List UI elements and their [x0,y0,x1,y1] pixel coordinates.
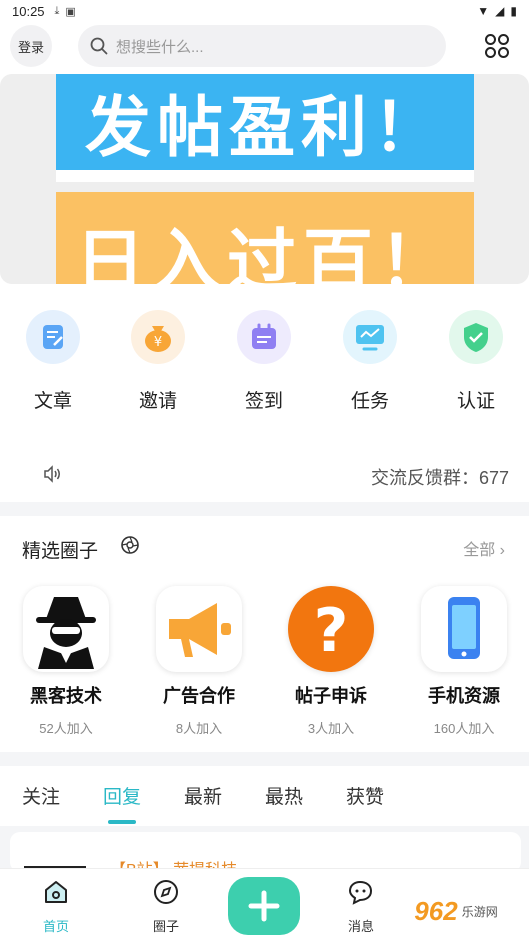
active-tab-indicator [108,820,136,824]
tab-liked[interactable]: 获赞 [346,782,384,809]
nav-home[interactable]: 首页 [26,879,86,935]
circle-name: 手机资源 [428,686,500,706]
circle-member-count: 52人加入 [39,721,93,736]
speaker-icon [44,465,60,483]
circle-member-count: 160人加入 [433,721,495,736]
search-bar[interactable]: 想搜些什么... [78,25,446,67]
plus-icon [248,890,280,922]
banner-line-2: 日入过百！ [56,192,474,284]
search-icon [90,37,108,55]
quick-action-invite[interactable]: ¥ 邀请 [118,310,198,413]
circle-card[interactable]: ? 帖子申诉 3人加入 [281,586,381,737]
quick-action-label: 认证 [456,391,495,412]
status-time: 10:25 [12,3,45,19]
quick-action-label: 签到 [244,391,283,412]
article-icon [26,310,80,364]
shield-check-icon [449,310,503,364]
nav-label: 消息 [347,919,374,934]
download-icon: ⤓ [54,4,60,17]
signal-icon: ◢ [495,4,505,18]
money-bag-icon: ¥ [131,310,185,364]
nav-label: 圈子 [152,919,179,934]
nav-label: 首页 [42,919,69,934]
tab-reply[interactable]: 回复 [103,782,141,809]
phone-icon [421,586,507,672]
question-icon: ? [288,586,374,672]
watermark-brand: 962 [414,895,458,926]
tab-hottest[interactable]: 最热 [265,782,303,809]
megaphone-icon [156,586,242,672]
search-placeholder: 想搜些什么... [116,38,204,56]
tab-follow[interactable]: 关注 [22,782,60,809]
view-all-link[interactable]: 全部 › [463,536,505,560]
quick-action-label: 邀请 [138,391,177,412]
create-post-button[interactable] [228,877,300,935]
quick-action-label: 任务 [350,391,389,412]
quick-actions: 文章 ¥ 邀请 签到 任务 认证 交流反馈群：677 [0,286,529,502]
tab-latest[interactable]: 最新 [184,782,222,809]
status-bar: 10:25 ⤓ ▣ ▼ ◢ ▮ [0,0,529,22]
feed-item[interactable]: 【B站】 茜提科技 [10,832,521,872]
calendar-icon [237,310,291,364]
featured-circles: 精选圈子 全部 › 黑客技术 52人加入 广告合作 8人加入 ? 帖子申诉 3人… [0,516,529,752]
circle-name: 帖子申诉 [295,686,367,706]
quick-action-article[interactable]: 文章 [13,310,93,413]
banner-slide[interactable]: 发帖盈利！ 日入过百！ [0,74,529,284]
site-watermark: 962 乐游网 [390,889,522,933]
svg-text:¥: ¥ [154,335,162,350]
quick-action-task[interactable]: 任务 [330,310,410,413]
watermark-suffix: 乐游网 [461,904,498,919]
bottom-nav: 首页 圈子 消息 962 乐游网 [0,868,529,940]
login-button[interactable]: 登录 [10,25,52,67]
monitor-icon [343,310,397,364]
chat-icon [348,880,373,905]
view-all-label: 全部 [463,542,496,559]
home-icon [45,881,67,903]
banner-carousel[interactable]: 发帖盈利！ 日入过百！ [0,70,529,286]
circle-card[interactable]: 手机资源 160人加入 [414,586,514,737]
quick-action-checkin[interactable]: 签到 [224,310,304,413]
apps-grid-icon[interactable] [483,32,511,60]
battery-icon: ▮ [510,4,517,18]
chevron-right-icon: › [499,542,505,559]
quick-action-verify[interactable]: 认证 [436,310,516,413]
nav-messages[interactable]: 消息 [331,879,391,935]
circle-member-count: 8人加入 [175,721,223,736]
feed-tabs: 关注 回复 最新 最热 获赞 [0,766,529,826]
circle-card[interactable]: 黑客技术 52人加入 [16,586,116,737]
banner-divider [56,170,474,182]
feedback-group-text[interactable]: 交流反馈群：677 [371,464,509,490]
notification-icon: ▣ [65,5,76,18]
banner-line-1: 发帖盈利！ [56,74,474,170]
status-right: ▼ ◢ ▮ [477,4,517,18]
circle-name: 广告合作 [163,686,235,706]
wifi-icon: ▼ [477,4,490,18]
quick-action-label: 文章 [33,391,72,412]
svg-text:?: ? [314,596,349,666]
circle-member-count: 3人加入 [307,721,355,736]
section-title: 精选圈子 [22,541,99,562]
hacker-icon [23,586,109,672]
aperture-icon [121,536,139,554]
top-bar: 登录 想搜些什么... [0,22,529,70]
circle-card[interactable]: 广告合作 8人加入 [149,586,249,737]
nav-circles[interactable]: 圈子 [136,879,196,935]
circle-name: 黑客技术 [30,686,102,706]
compass-icon [154,880,178,904]
